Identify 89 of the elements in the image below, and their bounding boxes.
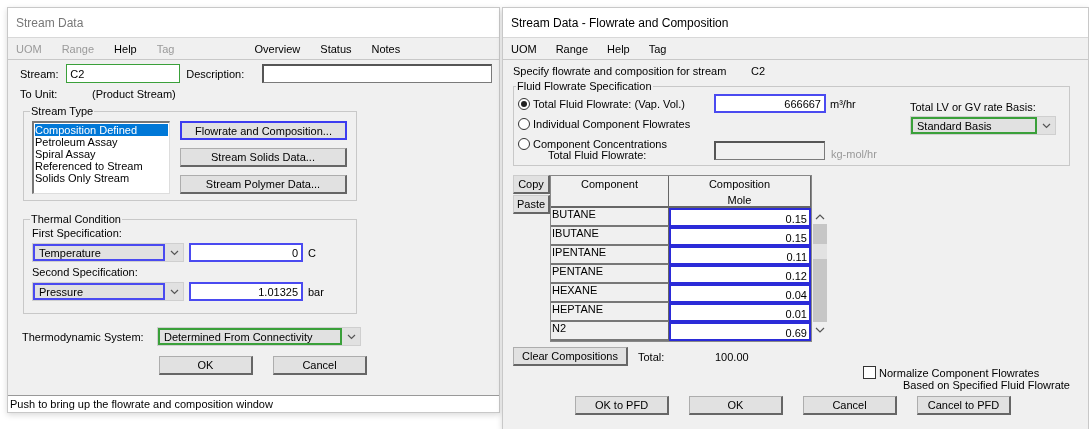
- dialog-button[interactable]: Cancel: [273, 356, 367, 375]
- unit-label: kg-mol/hr: [831, 147, 877, 160]
- dialog-button[interactable]: OK: [159, 356, 253, 375]
- basis-dropdown[interactable]: Standard Basis: [910, 116, 1056, 135]
- total-value: 100.00: [715, 350, 749, 363]
- total-label: Total:: [638, 350, 666, 363]
- spec-value-field[interactable]: 1.01325: [189, 282, 303, 301]
- menu-item[interactable]: UOM: [511, 42, 537, 55]
- dialog-button[interactable]: Stream Solids Data...: [180, 148, 347, 167]
- group-title: Fluid Flowrate Specification: [516, 80, 653, 92]
- component-cell: PENTANE: [551, 265, 669, 284]
- spec-dropdown[interactable]: Pressure: [32, 282, 184, 301]
- list-item[interactable]: Solids Only Stream: [35, 172, 168, 184]
- normalize-checkbox[interactable]: [863, 366, 876, 379]
- chevron-icon[interactable]: [1041, 122, 1051, 129]
- column-title: Component: [581, 178, 638, 190]
- spec-value-field[interactable]: 0: [189, 243, 303, 262]
- thermodynamic-dropdown[interactable]: Determined From Connectivity: [157, 327, 361, 346]
- grid-button[interactable]: Paste: [513, 195, 550, 214]
- chevron-icon[interactable]: [169, 249, 179, 256]
- list-item[interactable]: Referenced to Stream: [35, 160, 168, 172]
- checkbox-label[interactable]: Normalize Component Flowrates: [879, 367, 1070, 379]
- window-title: Stream Data: [16, 15, 84, 30]
- spec-dropdown[interactable]: Temperature: [32, 243, 184, 262]
- menu-item[interactable]: Status: [320, 42, 352, 55]
- status-bar: Push to bring up the flowrate and composition window: [8, 395, 499, 412]
- radio-label[interactable]: Total Fluid Flowrate: (Vap. Vol.): [533, 97, 714, 110]
- chevron-icon[interactable]: [346, 333, 356, 340]
- field-label: Stream:: [20, 67, 60, 80]
- dialog-button[interactable]: Stream Polymer Data...: [180, 175, 347, 194]
- menu-item[interactable]: Overview: [254, 42, 301, 55]
- unit-label: m³/hr: [830, 97, 856, 110]
- field-label: To Unit:: [20, 88, 59, 100]
- list-item[interactable]: Petroleum Assay: [35, 136, 168, 148]
- component-cell: N2: [551, 322, 669, 341]
- menu-item[interactable]: Help: [114, 42, 137, 55]
- column-unit: Mole: [727, 194, 752, 206]
- field-label: Total Fluid Flowrate:: [548, 149, 647, 161]
- field-label: Thermodynamic System:: [22, 330, 145, 343]
- field-label: Description:: [186, 67, 246, 80]
- total-flowrate-field[interactable]: [714, 141, 825, 160]
- composition-cell[interactable]: 0.01: [669, 303, 811, 322]
- dialog-button[interactable]: Flowrate and Composition...: [180, 121, 347, 140]
- composition-cell[interactable]: 0.12: [669, 265, 811, 284]
- menu-item[interactable]: Notes: [371, 42, 401, 55]
- radio-button[interactable]: [518, 137, 530, 150]
- component-cell: BUTANE: [551, 208, 669, 227]
- unit-label: bar: [308, 285, 324, 298]
- composition-cell[interactable]: 0.15: [669, 227, 811, 246]
- clear-compositions-button[interactable]: Clear Compositions: [513, 347, 628, 366]
- group-title: Thermal Condition: [30, 213, 122, 225]
- menu-item[interactable]: Range: [555, 42, 589, 55]
- field-label: Second Specification:: [32, 266, 138, 278]
- checkbox-label[interactable]: Based on Specified Fluid Flowrate: [903, 379, 1070, 391]
- component-cell: HEXANE: [551, 284, 669, 303]
- stream-field[interactable]: C2: [66, 64, 181, 83]
- field-label: First Specification:: [32, 227, 122, 239]
- component-cell: IBUTANE: [551, 227, 669, 246]
- unit-label: C: [308, 246, 316, 259]
- radio-label[interactable]: Individual Component Flowrates: [533, 117, 714, 130]
- dialog-button[interactable]: OK: [689, 396, 783, 415]
- list-item[interactable]: Spiral Assay: [35, 148, 168, 160]
- field-label: Total LV or GV rate Basis:: [910, 101, 1037, 113]
- column-title: Composition: [708, 178, 771, 190]
- dialog-button[interactable]: OK to PFD: [575, 396, 669, 415]
- list-item[interactable]: Composition Defined: [35, 124, 168, 136]
- composition-cell[interactable]: 0.11: [669, 246, 811, 265]
- menu-item[interactable]: Tag: [648, 42, 667, 55]
- chevron-icon[interactable]: [169, 288, 179, 295]
- component-cell: HEPTANE: [551, 303, 669, 322]
- radio-button[interactable]: [518, 97, 530, 110]
- composition-cell[interactable]: 0.04: [669, 284, 811, 303]
- component-cell: IPENTANE: [551, 246, 669, 265]
- intro-text: Specify flowrate and composition for stream: [513, 65, 728, 77]
- description-field[interactable]: [261, 64, 492, 83]
- stream-type-list[interactable]: Composition Defined Petroleum Assay Spiral Assay Referenced to Stream Solids Only Stream: [32, 121, 170, 194]
- menu-item[interactable]: Help: [607, 42, 630, 55]
- flowrate-field[interactable]: 666667: [714, 94, 826, 113]
- group-title: Stream Type: [30, 105, 95, 117]
- window-title: Stream Data - Flowrate and Composition: [511, 15, 729, 30]
- radio-label[interactable]: Component Concentrations: [533, 137, 714, 150]
- stream-name: C2: [751, 65, 766, 77]
- grid-button[interactable]: Copy: [513, 175, 550, 194]
- dialog-button[interactable]: Cancel: [803, 396, 897, 415]
- dialog-button[interactable]: Cancel to PFD: [917, 396, 1011, 415]
- radio-button[interactable]: [518, 117, 530, 130]
- to-unit-value: (Product Stream): [92, 88, 176, 100]
- composition-cell[interactable]: 0.15: [669, 208, 811, 227]
- composition-cell[interactable]: 0.69: [669, 322, 811, 341]
